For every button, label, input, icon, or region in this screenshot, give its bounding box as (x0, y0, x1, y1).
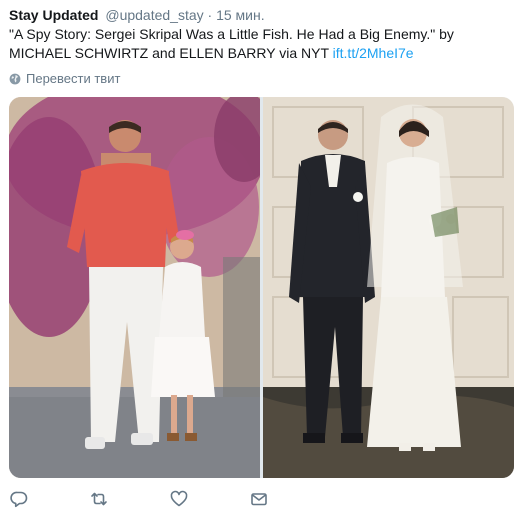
photo-wedding-couple[interactable] (263, 97, 514, 478)
translate-tweet-link[interactable]: Перевести твит (9, 71, 120, 87)
tweet-actions (0, 485, 522, 513)
photo-man-with-girl[interactable] (9, 97, 260, 478)
retweet-button[interactable] (89, 489, 109, 509)
tweet-timestamp[interactable]: 15 мин. (216, 7, 265, 23)
direct-message-button[interactable] (249, 489, 269, 509)
envelope-icon (249, 489, 269, 509)
translate-label: Перевести твит (26, 71, 121, 86)
tweet-body: "A Spy Story: Sergei Skripal Was a Littl… (9, 25, 514, 63)
tweet-media[interactable] (9, 97, 514, 478)
tweet-link[interactable]: ift.tt/2MheI7e (333, 45, 414, 61)
time-separator: · (207, 7, 213, 23)
author-name[interactable]: Stay Updated (9, 7, 98, 23)
globe-icon (9, 73, 21, 85)
heart-icon (169, 489, 189, 509)
like-button[interactable] (169, 489, 189, 509)
reply-button[interactable] (9, 489, 29, 509)
reply-icon (9, 489, 29, 509)
retweet-icon (89, 489, 109, 509)
tweet-header: Stay Updated @updated_stay · 15 мин. (9, 6, 265, 24)
author-handle[interactable]: @updated_stay (105, 7, 203, 23)
